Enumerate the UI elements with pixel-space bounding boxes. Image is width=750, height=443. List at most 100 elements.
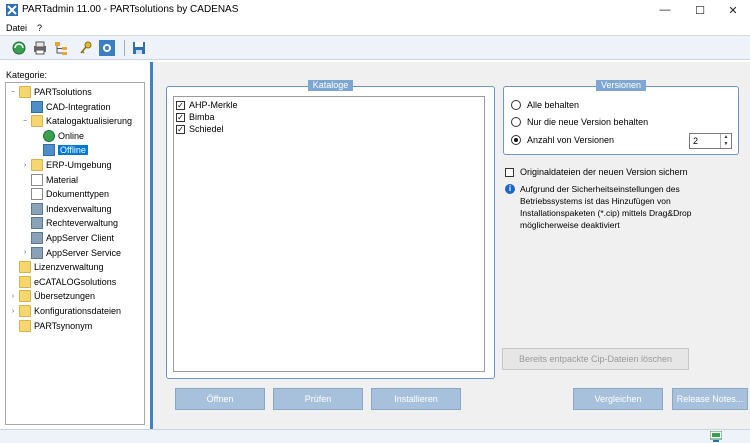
sidebar-item-label: Indexverwaltung [46,203,112,214]
folder-icon [31,159,43,171]
stepper-up-icon[interactable]: ▲ [721,134,731,141]
version-count-value[interactable]: 2 [693,136,698,146]
menu-datei[interactable]: Datei [6,23,27,33]
sidebar-item-label: Übersetzungen [34,291,96,302]
catalog-checkbox-bimba[interactable]: ✓ [176,112,185,122]
catalog-checkbox-ahp-merkle[interactable]: ✓ [176,100,185,110]
sidebar-item[interactable]: Rechteverwaltung [21,216,118,230]
sidebar-item[interactable]: AppServer Client [21,231,114,245]
radio-label: Nur die neue Version behalten [527,117,649,127]
sidebar-item[interactable]: CAD-Integration [21,100,111,114]
sidebar-item-label: Offline [58,145,88,156]
keys-icon[interactable] [78,40,94,56]
sidebar-item-label: Konfigurationsdateien [34,306,122,316]
globe-icon [43,129,55,142]
tree-expander-icon[interactable]: › [21,162,29,169]
menu-help[interactable]: ? [37,23,42,33]
toolbar-separator [124,40,125,56]
sidebar-item[interactable]: Lizenzverwaltung [9,260,104,274]
sidebar-item[interactable]: eCATALOGsolutions [9,275,116,289]
sidebar-item[interactable]: › ERP-Umgebung [21,158,112,172]
release-notes-button[interactable]: Release Notes... [672,388,748,410]
kataloge-title: Kataloge [308,80,353,91]
sidebar-item[interactable]: − PARTsolutions [9,85,92,99]
catalog-list[interactable]: ✓ AHP-Merkle ✓ Bimba ✓ Schiedel [173,96,485,372]
sidebar-item[interactable]: Dokumenttypen [21,187,109,201]
open-button[interactable]: Öffnen [175,388,265,410]
minimize-button[interactable]: — [648,0,682,20]
folder-icon [31,115,43,128]
tree-expander-icon[interactable]: › [9,293,17,300]
stepper-down-icon[interactable]: ▼ [721,141,731,148]
delete-cip-button[interactable]: Bereits entpackte Cip-Dateien löschen [502,348,689,370]
originals-checkbox[interactable] [505,167,514,177]
sidebar-item[interactable]: PARTsynonym [9,319,92,333]
close-button[interactable]: ✕ [716,0,750,20]
folder-icon [19,275,31,288]
gear-icon [31,232,43,244]
list-item[interactable]: ✓ Bimba [176,111,215,123]
menu-bar: Datei ? [0,20,750,36]
radio-keep-new-only[interactable]: Nur die neue Version behalten [511,117,648,127]
tree-hierarchy-icon[interactable] [53,40,69,56]
radio-button[interactable] [511,117,521,127]
partadmin-app-icon [6,4,18,16]
check-button[interactable]: Prüfen [273,388,363,410]
sidebar-item-label: Dokumenttypen [46,189,110,200]
compare-button[interactable]: Vergleichen [573,388,663,410]
printer-icon[interactable] [32,40,48,56]
catalog-label: Bimba [189,112,215,122]
gear-icon [31,217,43,230]
sidebar-item[interactable]: − Katalogaktualisierung [21,114,132,128]
info-text: Aufgrund der Sicherheitseinstellungen de… [520,184,692,230]
status-bar [0,429,750,443]
folder-icon [19,319,31,332]
save-disk-icon[interactable] [131,40,147,56]
sidebar-item[interactable]: › AppServer Service [21,246,121,260]
tree-expander-icon[interactable]: − [9,89,17,96]
version-count-stepper[interactable]: 2 ▲ ▼ [689,133,732,149]
refresh-globe-icon[interactable] [11,40,27,56]
gear-icon [31,202,43,215]
doc-icon [31,188,43,201]
sidebar-item-label: Katalogaktualisierung [46,116,133,127]
sidebar-item-label: Online [58,130,85,141]
list-item[interactable]: ✓ Schiedel [176,123,224,135]
tree-expander-icon[interactable]: › [9,308,17,315]
doc-icon [31,173,43,186]
radio-button[interactable] [511,135,521,145]
catalog-label: Schiedel [189,124,224,134]
toolbar [0,36,750,60]
sidebar-item[interactable]: Offline [33,143,88,157]
status-network-icon [710,431,722,442]
catalog-label: AHP-Merkle [189,100,238,110]
sidebar-item[interactable]: Online [33,129,84,143]
sys-icon [43,144,55,157]
tools-icon[interactable] [99,40,115,56]
maximize-button[interactable]: ☐ [683,0,717,20]
versionen-title: Versionen [596,80,646,91]
radio-keep-all[interactable]: Alle behalten [511,100,579,110]
folder-icon [19,261,31,274]
install-button[interactable]: Installieren [371,388,461,410]
sidebar-item[interactable]: › Übersetzungen [9,289,95,303]
gear-icon [31,246,43,259]
folder-icon [19,86,31,98]
originals-checkbox-row[interactable]: Originaldateien der neuen Version sicher… [505,167,688,177]
list-item[interactable]: ✓ AHP-Merkle [176,99,238,111]
folder-icon [19,305,31,317]
category-tree[interactable]: − PARTsolutions CAD-Integration − Katalogakt… [5,82,145,425]
sidebar-item[interactable]: Indexverwaltung [21,202,112,216]
sidebar-item[interactable]: › Konfigurationsdateien [9,304,121,318]
sidebar-item-label: Rechteverwaltung [46,218,119,229]
radio-button[interactable] [511,100,521,110]
sidebar-item[interactable]: Material [21,173,78,187]
catalog-checkbox-schiedel[interactable]: ✓ [176,124,185,134]
folder-icon [19,290,31,303]
radio-label: Anzahl von Versionen [527,135,615,145]
tree-expander-icon[interactable]: › [21,249,29,256]
radio-version-count[interactable]: Anzahl von Versionen [511,135,614,145]
tree-expander-icon[interactable]: − [21,118,29,125]
sidebar-item-label: eCATALOGsolutions [34,276,117,287]
sidebar-item-label: PARTsynonym [34,320,93,331]
